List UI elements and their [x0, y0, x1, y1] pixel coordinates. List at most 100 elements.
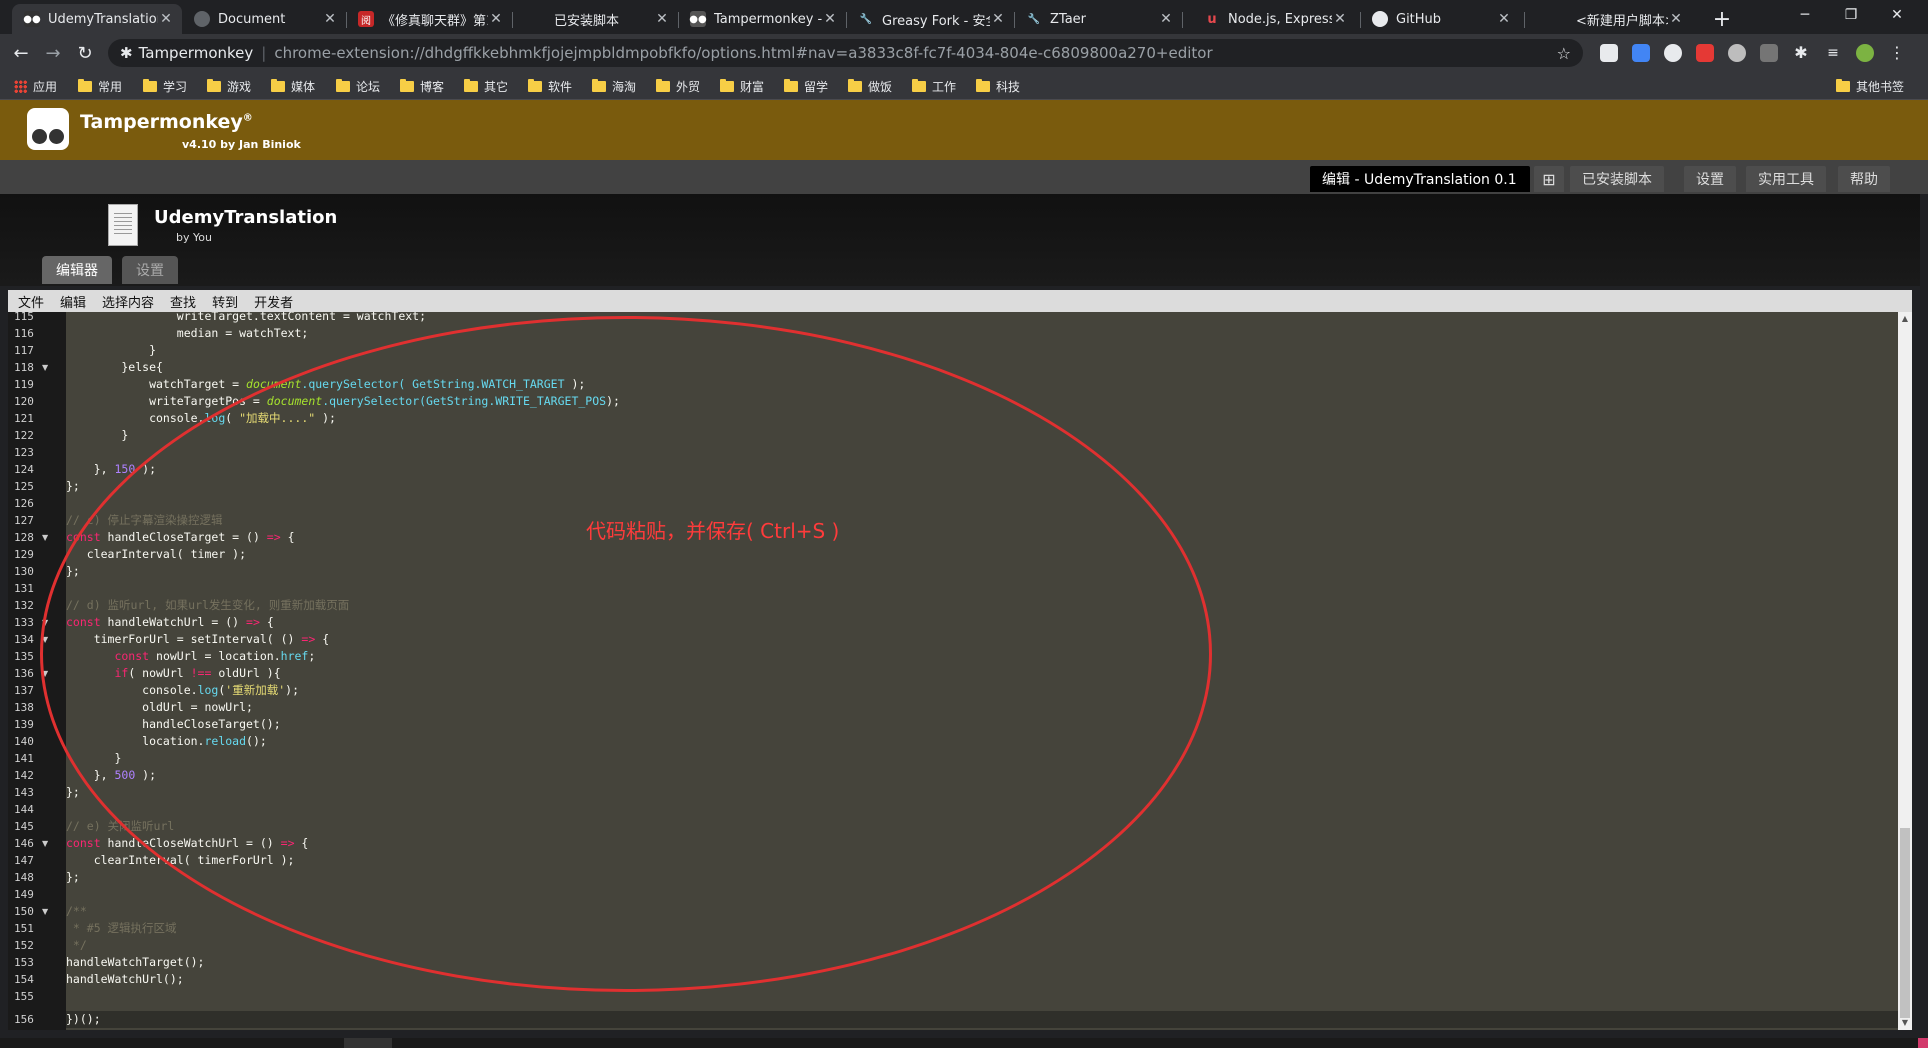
close-tab-icon[interactable]: ✕ [1496, 11, 1512, 27]
bookmark-folder[interactable]: 博客 [400, 76, 444, 96]
bookmark-folder[interactable]: 软件 [528, 76, 572, 96]
address-bar[interactable]: ✱ Tampermonkey | chrome-extension://dhdg… [108, 39, 1583, 67]
line-number: 155 [14, 990, 34, 1003]
extension-icon[interactable] [1696, 44, 1714, 62]
bookmark-folder[interactable]: 游戏 [207, 76, 251, 96]
tab-help[interactable]: 帮助 [1838, 166, 1890, 192]
translate-extension-icon[interactable] [1632, 44, 1650, 62]
close-tab-icon[interactable]: ✕ [654, 11, 670, 27]
tampermonkey-extension-icon[interactable] [1600, 44, 1618, 62]
line-number: 141 [14, 752, 34, 765]
bookmark-other[interactable]: 其他书签 [1836, 76, 1904, 96]
fold-arrow-icon[interactable]: ▼ [42, 529, 48, 546]
tab-title: <新建用户脚本> [1576, 13, 1668, 29]
menu-developer[interactable]: 开发者 [254, 292, 293, 311]
close-tab-icon[interactable]: ✕ [322, 11, 338, 27]
bookmark-apps[interactable]: 应用 [14, 76, 57, 96]
line-number: 121 [14, 412, 34, 425]
extension-icon[interactable] [1728, 44, 1746, 62]
app-version: v4.10 by Jan Biniok [182, 138, 301, 151]
subtab-editor[interactable]: 编辑器 [42, 256, 112, 284]
bookmark-folder[interactable]: 海淘 [592, 76, 636, 96]
close-tab-icon[interactable]: ✕ [822, 11, 838, 27]
bookmark-folder[interactable]: 外贸 [656, 76, 700, 96]
close-tab-icon[interactable]: ✕ [1668, 11, 1684, 27]
extension-icon[interactable] [1760, 44, 1778, 62]
fold-arrow-icon[interactable]: ▼ [42, 359, 48, 376]
extension-icon[interactable] [1664, 44, 1682, 62]
tab-editor-script[interactable]: 编辑 - UdemyTranslation 0.1 ✕ [1310, 166, 1543, 192]
fold-arrow-icon[interactable]: ▼ [42, 903, 48, 920]
line-number: 125 [14, 480, 34, 493]
bookmark-folder[interactable]: 其它 [464, 76, 508, 96]
bookmark-folder[interactable]: 工作 [912, 76, 956, 96]
reading-list-icon[interactable]: ≡ [1824, 44, 1842, 62]
bookmark-folder[interactable]: 论坛 [336, 76, 380, 96]
bookmark-star-icon[interactable]: ☆ [1557, 44, 1571, 63]
menu-find[interactable]: 查找 [170, 292, 196, 311]
restore-icon[interactable]: ❐ [1828, 0, 1874, 30]
reload-icon[interactable]: ↻ [72, 40, 98, 66]
new-script-plus-icon[interactable]: ⊞ [1534, 166, 1564, 192]
tab-new-userscript[interactable]: <新建用户脚本> ✕ [1524, 4, 1692, 34]
line-number: 139 [14, 718, 34, 731]
bookmark-folder[interactable]: 常用 [78, 76, 122, 96]
tab-utilities[interactable]: 实用工具 [1746, 166, 1826, 192]
close-tab-icon[interactable]: ✕ [1158, 11, 1174, 27]
bookmark-label: 应用 [33, 79, 58, 94]
bookmark-label: 海淘 [612, 79, 637, 94]
minimize-icon[interactable]: ─ [1782, 0, 1828, 30]
bookmark-folder[interactable]: 做饭 [848, 76, 892, 96]
close-tab-icon[interactable]: ✕ [488, 11, 504, 27]
tampermonkey-header [0, 100, 1928, 160]
taskbar-block [344, 1038, 392, 1048]
new-tab-icon[interactable]: + [1708, 5, 1736, 33]
code-token: const [66, 836, 101, 850]
line-number: 143 [14, 786, 34, 799]
tab-nodejs[interactable]: u Node.js, Express. ✕ [1192, 4, 1356, 34]
tab-ztaer[interactable]: 🔧 ZTaer ✕ [1014, 4, 1182, 34]
menu-goto[interactable]: 转到 [212, 292, 238, 311]
tab-github[interactable]: GitHub ✕ [1360, 4, 1520, 34]
menu-edit[interactable]: 编辑 [60, 292, 86, 311]
folder-icon [528, 78, 542, 92]
bookmark-folder[interactable]: 学习 [143, 76, 187, 96]
tab-title: ZTaer [1050, 11, 1087, 27]
tab-tampermonkey[interactable]: ●● Tampermonkey - ✕ [678, 4, 846, 34]
scroll-up-icon[interactable]: ▲ [1898, 312, 1912, 326]
close-tab-icon[interactable]: ✕ [158, 11, 174, 27]
wrench-icon: 🔧 [859, 13, 873, 25]
code-token: }, [66, 462, 115, 476]
puzzle-extensions-icon[interactable]: ✱ [1792, 44, 1810, 62]
globe-icon [194, 11, 210, 27]
tab-udemytranslation[interactable]: ●● UdemyTranslation ✕ [12, 4, 182, 34]
menu-file[interactable]: 文件 [18, 292, 44, 311]
tab-novel[interactable]: 阅 《修真聊天群》第1 ✕ [346, 4, 512, 34]
menu-selection[interactable]: 选择内容 [102, 292, 154, 311]
bookmark-folder[interactable]: 财富 [720, 76, 764, 96]
bookmark-folder[interactable]: 科技 [976, 76, 1020, 96]
close-window-icon[interactable]: ✕ [1874, 0, 1920, 30]
editor-scrollbar[interactable]: ▲ ▼ [1898, 312, 1912, 1030]
fold-arrow-icon[interactable]: ▼ [42, 835, 48, 852]
back-arrow-icon[interactable]: ← [8, 40, 34, 66]
forward-arrow-icon[interactable]: → [40, 40, 66, 66]
bookmark-label: 论坛 [356, 79, 381, 94]
line-number: 115 [14, 312, 34, 323]
scrollbar-thumb[interactable] [1900, 828, 1910, 1018]
tab-installed-scripts[interactable]: 已安装脚本 ✕ [512, 4, 678, 34]
tab-greasyfork[interactable]: 🔧 Greasy Fork - 安全 ✕ [846, 4, 1014, 34]
subtab-settings[interactable]: 设置 [122, 256, 178, 284]
line-number: 126 [14, 497, 34, 510]
code-comment: * #5 逻辑执行区域 [66, 921, 177, 935]
close-tab-icon[interactable]: ✕ [990, 11, 1006, 27]
tab-installed-scripts[interactable]: 已安装脚本 [1570, 166, 1664, 192]
profile-avatar[interactable] [1856, 44, 1874, 62]
close-tab-icon[interactable]: ✕ [1332, 11, 1348, 27]
scroll-down-icon[interactable]: ▼ [1898, 1016, 1912, 1030]
bookmark-folder[interactable]: 留学 [784, 76, 828, 96]
bookmark-folder[interactable]: 媒体 [271, 76, 315, 96]
menu-dots-icon[interactable]: ⋮ [1888, 44, 1906, 62]
tab-document[interactable]: Document ✕ [182, 4, 346, 34]
tab-settings[interactable]: 设置 [1684, 166, 1736, 192]
